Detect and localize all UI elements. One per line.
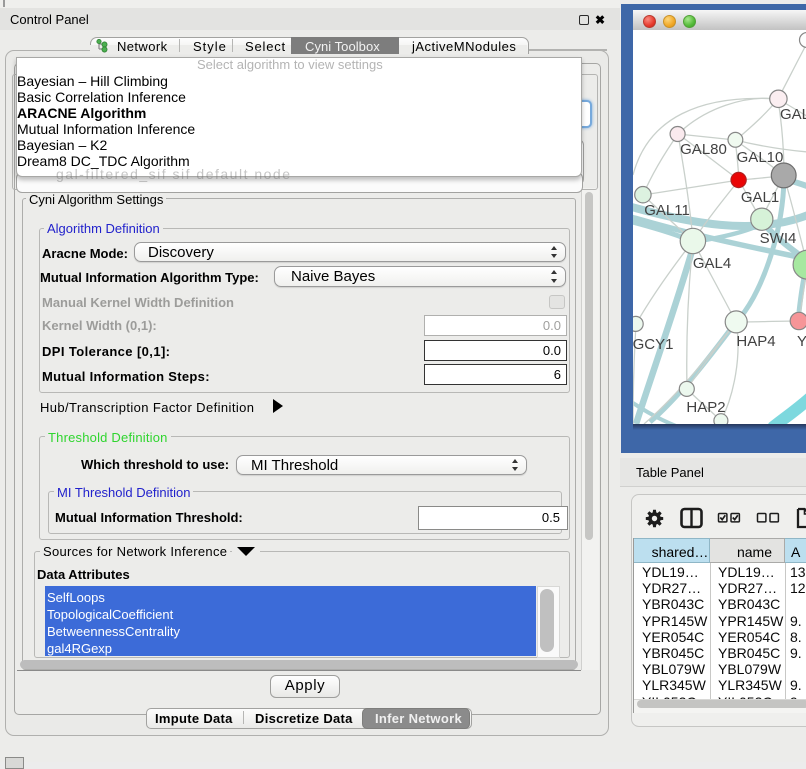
- svg-text:HAP2: HAP2: [686, 399, 725, 416]
- svg-text:GAL4: GAL4: [693, 255, 731, 272]
- svg-text:GAL80: GAL80: [680, 141, 727, 158]
- svg-text:SWI4: SWI4: [760, 230, 797, 247]
- svg-text:GCY1: GCY1: [633, 336, 673, 353]
- svg-text:GAL11: GAL11: [644, 202, 690, 219]
- svg-text:YO: YO: [797, 333, 806, 350]
- svg-text:GAL7: GAL7: [780, 106, 806, 123]
- svg-text:GAL1: GAL1: [741, 189, 779, 206]
- svg-text:HAP4: HAP4: [736, 333, 775, 350]
- svg-text:GAL10: GAL10: [737, 149, 784, 166]
